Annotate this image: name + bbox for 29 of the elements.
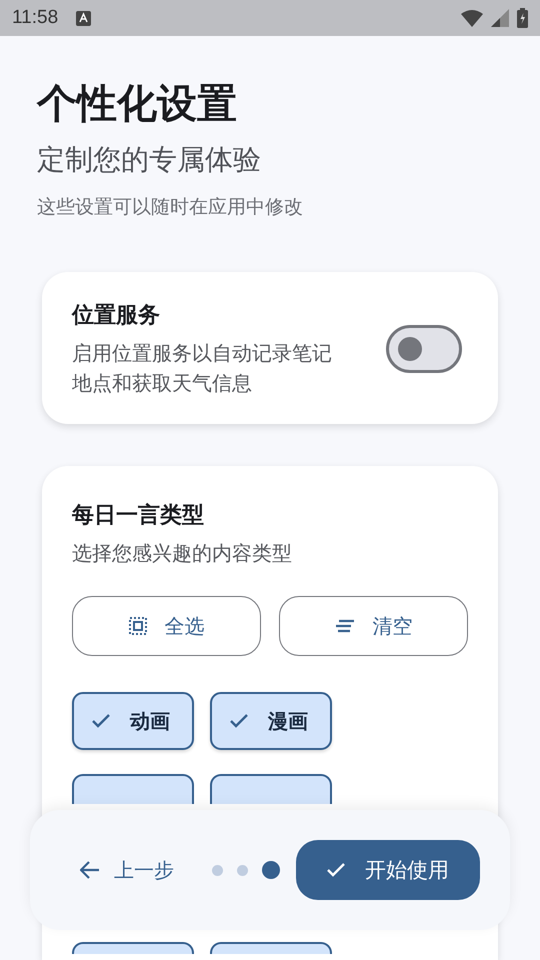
check-icon	[230, 714, 248, 728]
back-button[interactable]: 上一步	[80, 856, 174, 884]
select-all-icon	[128, 617, 146, 635]
category-chip[interactable]	[72, 942, 194, 954]
hint-text: 这些设置可以随时在应用中修改	[37, 195, 304, 220]
card-title: 位置服务	[72, 302, 161, 330]
clear-button[interactable]: 清空	[279, 596, 468, 656]
page-title: 个性化设置	[37, 80, 238, 129]
category-chip[interactable]	[210, 774, 332, 804]
check-icon	[92, 714, 110, 728]
page-subtitle: 定制您的专属体验	[37, 142, 262, 178]
signal-icon	[491, 9, 509, 27]
wifi-icon	[461, 10, 483, 26]
card-description: 启用位置服务以自动记录笔记地点和获取天气信息	[72, 340, 333, 397]
card-title: 每日一言类型	[72, 502, 205, 530]
start-button[interactable]: 开始使用	[296, 840, 480, 900]
card-description: 选择您感兴趣的内容类型	[72, 540, 293, 567]
clear-icon	[334, 619, 354, 633]
category-chip[interactable]	[72, 774, 194, 804]
location-toggle[interactable]	[386, 325, 462, 373]
select-all-button[interactable]: 全选	[72, 596, 261, 656]
arrow-left-icon	[80, 861, 100, 879]
check-icon	[327, 863, 345, 877]
keyboard-notification-icon	[76, 10, 92, 26]
status-time: 11:58	[12, 7, 58, 29]
category-chip[interactable]	[210, 942, 332, 954]
category-chip[interactable]: 漫画	[210, 692, 332, 750]
category-chip[interactable]: 动画	[72, 692, 194, 750]
battery-icon	[517, 8, 528, 28]
